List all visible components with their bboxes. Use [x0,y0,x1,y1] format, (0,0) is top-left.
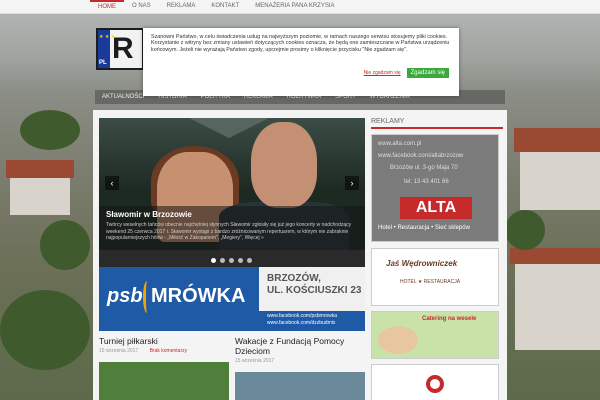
alta-services: Hotel • Restauracja • Sieć sklepów [378,225,470,231]
slide-person-man [251,122,317,208]
banner-web-links: www.facebook.com/psbmrowka www.facebook.… [267,313,337,327]
slide-caption: Sławomir w Brzozowie Twórcy weselnych ta… [99,206,365,250]
alta-logo: ALTA [400,197,472,219]
slide-title[interactable]: Sławomir w Brzozowie [106,210,358,219]
banner-brand-mrowka: MRÓWKA [151,285,246,307]
sponsor-logo-icon [426,375,444,393]
sidebar: Reklamy www.alta.com.pl www.facebook.com… [371,118,503,400]
article-date: 15 września 2017 [235,358,275,364]
banner-web-link: www.facebook.com/dzzbudmix [267,320,336,326]
cookie-accept-button[interactable]: Zgadzam się [406,68,449,78]
slider-dot[interactable] [211,258,216,263]
top-nav-menagerie[interactable]: Menażeria Pana Krzysia [247,0,342,14]
sidebar-heading: Reklamy [371,118,503,129]
article-thumbnail[interactable] [235,372,365,400]
slider-dot[interactable] [247,258,252,263]
logo-country-code: PL [99,60,107,66]
article-card: Wakacje z Fundacją Pomocy Dzieciom 15 wr… [235,336,365,400]
top-nav-contact[interactable]: Kontakt [203,0,247,14]
alta-ad[interactable]: www.alta.com.pl www.facebook.com/altabrz… [371,134,499,242]
article-date: 15 września 2017 [99,348,139,354]
catering-ad[interactable]: Catering na wesele [371,311,499,359]
alta-line: www.facebook.com/altabrzozow [378,153,464,159]
slider-prev-button[interactable]: ‹ [105,176,119,190]
psb-mrowka-banner[interactable]: psb MRÓWKA BRZOZÓW, UL. KOŚCIUSZKI 23 ww… [99,267,365,331]
article-thumbnail[interactable] [99,362,229,400]
article-meta: 15 września 2017 [235,358,365,364]
top-nav-about[interactable]: O nas [124,0,159,14]
banner-street: UL. KOŚCIUSZKI 23 [267,285,362,296]
top-navigation: Home O nas Reklama Kontakt Menażeria Pan… [0,0,600,14]
jas-name: Jaś Wędrowniczek [386,259,458,268]
slider-dot[interactable] [229,258,234,263]
alta-line: Brzozów ul. 3-go Maja 70 [390,165,458,171]
top-nav-home[interactable]: Home [90,0,124,14]
article-meta: 15 września 2017 Brak komentarzy [99,348,229,354]
cookie-text: Szanowni Państwo, w celu świadczenia usł… [151,34,450,53]
logo-letter: R [112,32,134,65]
food-plate-icon [378,326,418,354]
alta-line: www.alta.com.pl [378,141,422,147]
banner-brand-psb: psb [107,285,143,307]
slider-dot[interactable] [238,258,243,263]
content-area: ‹ › Sławomir w Brzozowie Twórcy weselnyc… [93,110,507,400]
article-title[interactable]: Wakacje z Fundacją Pomocy Dzieciom [235,336,365,356]
article-card: Turniej piłkarski 15 września 2017 Brak … [99,336,229,400]
article-comments-link[interactable]: Brak komentarzy [150,348,188,354]
cookie-consent-modal: Szanowni Państwo, w celu świadczenia usł… [143,28,459,96]
banner-web-link: www.facebook.com/psbmrowka [267,313,338,319]
jas-sub: HOTEL ★ RESTAURACJA [400,279,461,285]
slider-dots [211,258,252,263]
sponsor-ad[interactable] [371,364,499,400]
banner-address: BRZOZÓW, UL. KOŚCIUSZKI 23 [267,273,361,297]
catering-title: Catering na wesele [422,316,477,322]
slide-excerpt: Twórcy weselnych tańców obecnie najchętn… [106,222,352,241]
site-logo[interactable]: ★ ★ ★ PL R [96,28,144,70]
jas-wedrowniczek-ad[interactable]: Jaś Wędrowniczek HOTEL ★ RESTAURACJA [371,248,499,306]
slider-dot[interactable] [220,258,225,263]
cookie-decline-link[interactable]: Nie zgadzam się [364,70,401,76]
featured-slider[interactable]: ‹ › Sławomir w Brzozowie Twórcy weselnyc… [99,118,365,268]
alta-line: tel: 13 43 401 66 [404,179,449,185]
article-title[interactable]: Turniej piłkarski [99,336,229,346]
slider-next-button[interactable]: › [345,176,359,190]
banner-city: BRZOZÓW, [267,273,321,284]
top-nav-advert[interactable]: Reklama [159,0,204,14]
cookie-actions: Nie zgadzam się Zgadzam się [364,68,449,78]
banner-swoosh-icon [143,281,151,313]
